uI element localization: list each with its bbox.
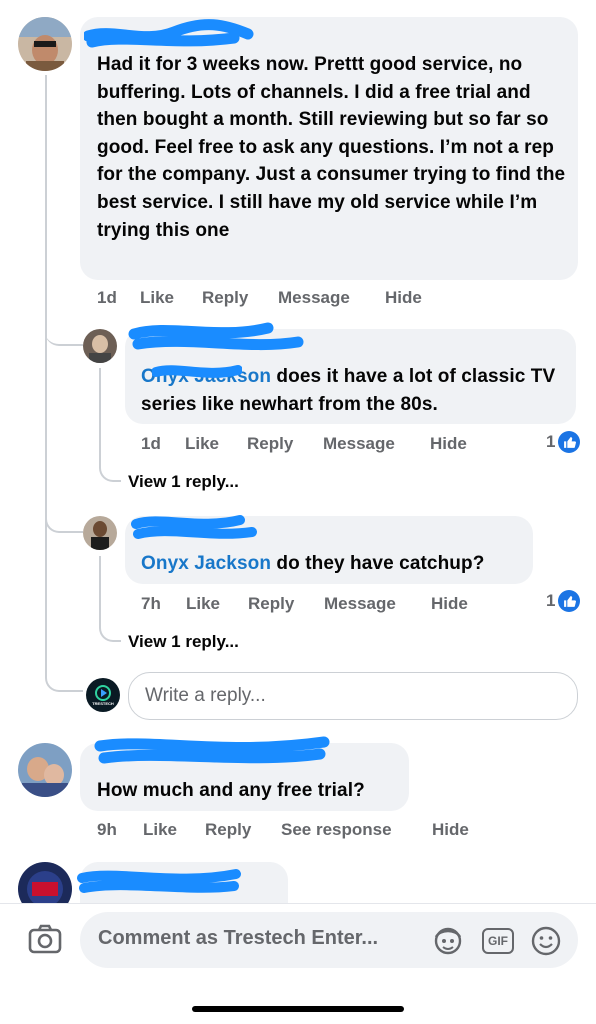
thread-curve-view-1	[99, 446, 121, 482]
comment-text: Had it for 3 weeks now. Prettt good serv…	[97, 54, 566, 241]
reply-avatar[interactable]	[83, 329, 117, 363]
home-indicator[interactable]	[192, 1006, 404, 1012]
camera-icon[interactable]	[28, 924, 62, 959]
comment-placeholder: Comment as Trestech Enter...	[98, 927, 379, 949]
page-avatar: TRESTECH	[86, 678, 120, 712]
view-replies-link[interactable]: View 1 reply...	[128, 632, 239, 652]
comment-text: How much and any free trial?	[97, 780, 365, 801]
reply-button[interactable]: Reply	[247, 434, 323, 454]
reply-text-body: do they have catchup?	[271, 553, 485, 574]
hide-button[interactable]: Hide	[385, 288, 422, 308]
thread-curve-reply-2	[45, 505, 83, 533]
like-count[interactable]: 1	[546, 590, 581, 612]
like-count[interactable]: 1	[546, 431, 581, 453]
mention-link[interactable]: Onyx Jackson	[141, 553, 271, 574]
like-button[interactable]: Like	[185, 434, 247, 454]
comment-time: 1d	[97, 288, 117, 307]
name-scribble	[94, 736, 330, 764]
commenter-avatar[interactable]	[18, 17, 72, 71]
reply-actions: 7h Like Reply Message Hide	[141, 594, 468, 614]
mention-scribble	[152, 365, 242, 378]
name-scribble	[77, 869, 241, 893]
thread-line-main	[45, 75, 47, 615]
like-button[interactable]: Like	[140, 288, 202, 308]
hide-button[interactable]: Hide	[432, 820, 469, 840]
reply-button[interactable]: Reply	[205, 820, 281, 840]
comment-actions: 9h Like Reply See response Hide	[97, 820, 469, 840]
reply-button[interactable]: Reply	[202, 288, 278, 308]
name-scribble	[131, 515, 257, 539]
reply-button[interactable]: Reply	[248, 594, 324, 614]
reply-actions: 1d Like Reply Message Hide	[141, 434, 467, 454]
trestech-logo-icon	[95, 684, 111, 701]
write-reply-input[interactable]: Write a reply...	[128, 672, 578, 720]
name-scribble	[128, 322, 304, 351]
comment-time: 9h	[97, 820, 117, 839]
like-count-number: 1	[546, 432, 556, 451]
gif-label: GIF	[488, 934, 508, 948]
thread-line-reply-1	[99, 368, 101, 456]
like-count-number: 1	[546, 591, 556, 610]
thread-curve-view-2	[99, 606, 121, 642]
commenter-avatar[interactable]	[18, 743, 72, 797]
see-response-button[interactable]: See response	[281, 820, 432, 840]
reply-time: 1d	[141, 434, 161, 453]
thumbs-up-icon	[558, 431, 581, 453]
reply-time: 7h	[141, 594, 161, 613]
emoji-icon[interactable]	[530, 925, 562, 962]
thread-curve-reply-1	[45, 320, 83, 346]
like-button[interactable]: Like	[143, 820, 205, 840]
avatar-sticker-icon[interactable]	[432, 926, 464, 961]
gif-button[interactable]: GIF	[482, 928, 514, 954]
comment-actions: 1d Like Reply Message Hide	[97, 288, 422, 308]
thumbs-up-icon	[558, 590, 581, 612]
hide-button[interactable]: Hide	[430, 434, 467, 454]
like-button[interactable]: Like	[186, 594, 248, 614]
message-button[interactable]: Message	[324, 594, 431, 614]
reply-avatar[interactable]	[83, 516, 117, 550]
name-scribble	[84, 19, 254, 48]
page-avatar-label: TRESTECH	[92, 700, 114, 706]
hide-button[interactable]: Hide	[431, 594, 468, 614]
thread-curve-writebox	[45, 600, 83, 692]
message-button[interactable]: Message	[323, 434, 430, 454]
reply-text: Onyx Jackson do they have catchup?	[141, 550, 531, 578]
message-button[interactable]: Message	[278, 288, 385, 308]
view-replies-link[interactable]: View 1 reply...	[128, 472, 239, 492]
